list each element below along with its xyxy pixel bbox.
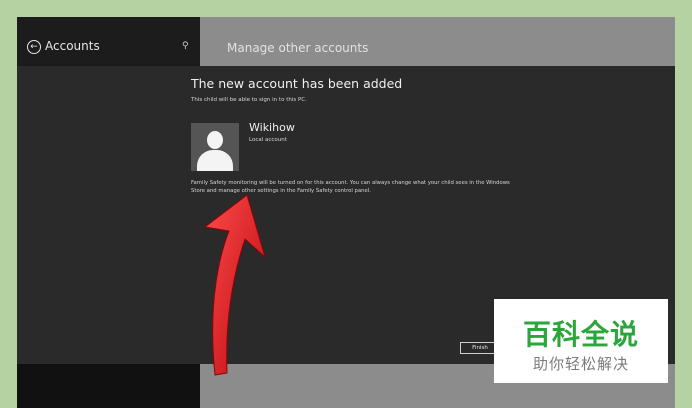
dialog-subtext: This child will be able to sign in to th… bbox=[191, 97, 307, 103]
user-avatar-icon bbox=[191, 123, 239, 171]
search-icon[interactable]: ⚲ bbox=[182, 41, 189, 51]
user-account-type: Local account bbox=[249, 137, 287, 143]
back-arrow-icon[interactable]: ← bbox=[27, 40, 41, 54]
dialog-heading: The new account has been added bbox=[191, 76, 403, 91]
watermark-title: 百科全说 bbox=[522, 318, 639, 351]
watermark-logo: 百科全说 助你轻松解决 bbox=[494, 299, 668, 383]
red-pointer-arrow-icon bbox=[203, 194, 266, 376]
manage-accounts-title: Manage other accounts bbox=[227, 41, 369, 55]
avatar-head bbox=[207, 131, 223, 149]
watermark-subtitle: 助你轻松解决 bbox=[532, 355, 629, 373]
user-name: Wikihow bbox=[249, 121, 295, 134]
accounts-title: Accounts bbox=[45, 39, 100, 53]
